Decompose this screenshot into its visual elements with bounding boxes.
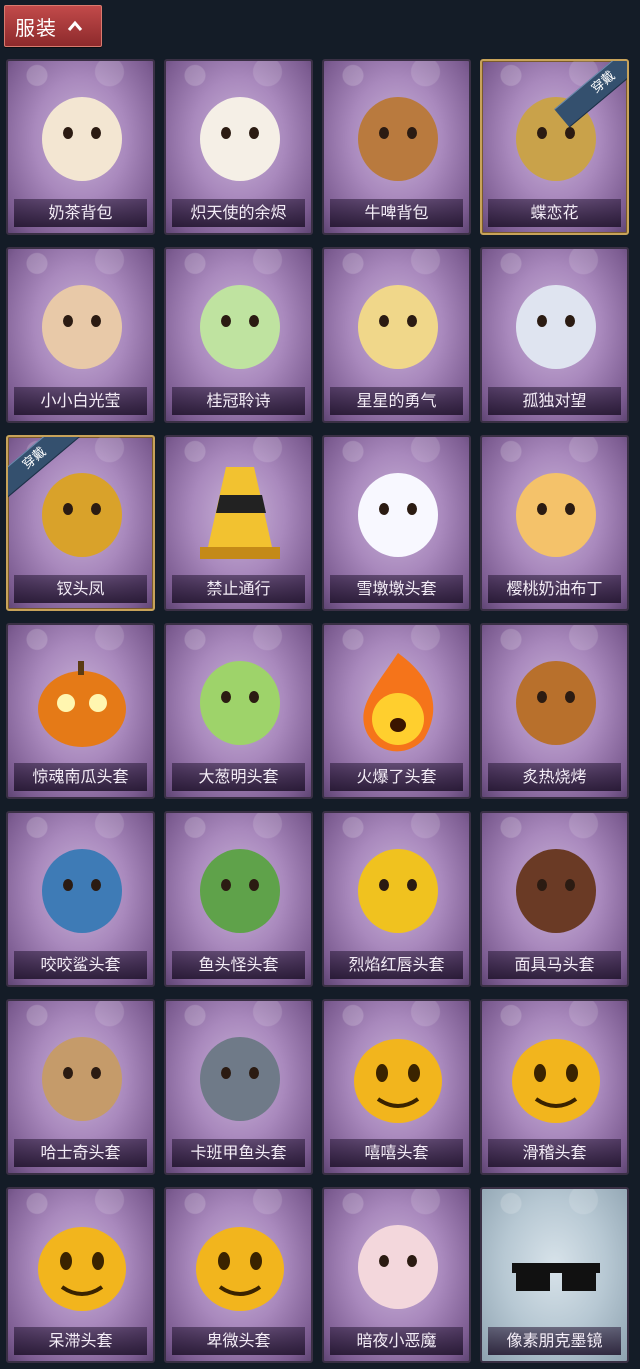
costume-card-label: 炙热烧烤 [488, 763, 621, 791]
traffic-cone-hat-icon [200, 467, 280, 559]
costume-card[interactable]: 炙热烧烤 [480, 623, 629, 799]
costume-card[interactable]: 雪墩墩头套 [322, 435, 471, 611]
costume-card[interactable]: 面具马头套 [480, 811, 629, 987]
pumpkin-head-icon [38, 661, 126, 747]
costume-card-label: 小小白光莹 [14, 387, 147, 415]
costume-card-label: 惊魂南瓜头套 [14, 763, 147, 791]
costume-card[interactable]: 滑稽头套 [480, 999, 629, 1175]
costume-card-label: 嘻嘻头套 [330, 1139, 463, 1167]
costume-card-label: 烈焰红唇头套 [330, 951, 463, 979]
costume-card[interactable]: 禁止通行 [164, 435, 313, 611]
horse-head-icon [516, 849, 596, 933]
milk-tea-backpack-icon [42, 97, 122, 181]
costume-card-label: 蝶恋花 [488, 199, 621, 227]
costume-card-label: 鱼头怪头套 [172, 951, 305, 979]
grin-emoji-head-icon [354, 1039, 442, 1123]
doll-charm-icon [42, 285, 122, 369]
costume-card[interactable]: 大葱明头套 [164, 623, 313, 799]
husky-head-icon [42, 1037, 122, 1121]
costume-card-label: 滑稽头套 [488, 1139, 621, 1167]
humble-emoji-head-icon [196, 1227, 284, 1311]
costume-card-label: 暗夜小恶魔 [330, 1327, 463, 1355]
costume-card-label: 炽天使的余烬 [172, 199, 305, 227]
chevron-up-icon [67, 20, 83, 31]
costume-card[interactable]: 穿戴 蝶恋花 [480, 59, 629, 235]
costume-card[interactable]: 星星的勇气 [322, 247, 471, 423]
costume-card-label: 奶茶背包 [14, 199, 147, 227]
costume-card[interactable]: 孤独对望 [480, 247, 629, 423]
angel-doll-icon [200, 97, 280, 181]
costume-card-label: 像素朋克墨镜 [488, 1327, 621, 1355]
costume-card[interactable]: 牛啤背包 [322, 59, 471, 235]
costume-card[interactable]: 卡班甲鱼头套 [164, 999, 313, 1175]
star-doll-charm-icon [358, 285, 438, 369]
laurel-doll-charm-icon [200, 285, 280, 369]
costume-card-label: 禁止通行 [172, 575, 305, 603]
costume-tab-label: 服装 [15, 15, 57, 40]
costume-card[interactable]: 呆滞头套 [6, 1187, 155, 1363]
cabanfish-head-icon [200, 1037, 280, 1121]
fire-head-icon [363, 653, 434, 752]
costume-card[interactable]: 穿戴 钗头凤 [6, 435, 155, 611]
costume-card[interactable]: 像素朋克墨镜 [480, 1187, 629, 1363]
costume-card-label: 樱桃奶油布丁 [488, 575, 621, 603]
fish-head-icon [200, 849, 280, 933]
costume-card[interactable]: 桂冠聆诗 [164, 247, 313, 423]
pika-head-icon [358, 849, 438, 933]
costume-card[interactable]: 樱桃奶油布丁 [480, 435, 629, 611]
pixel-sunglasses-icon [512, 1263, 600, 1291]
costume-card-label: 面具马头套 [488, 951, 621, 979]
costume-card-label: 孤独对望 [488, 387, 621, 415]
costume-card-label: 呆滞头套 [14, 1327, 147, 1355]
silver-doll-charm-icon [516, 285, 596, 369]
costume-card[interactable]: 暗夜小恶魔 [322, 1187, 471, 1363]
costume-card[interactable]: 奶茶背包 [6, 59, 155, 235]
costume-card[interactable]: 哈士奇头套 [6, 999, 155, 1175]
costume-card-label: 卡班甲鱼头套 [172, 1139, 305, 1167]
costume-card-label: 大葱明头套 [172, 763, 305, 791]
costume-tab[interactable]: 服装 [4, 5, 102, 47]
costume-card-label: 牛啤背包 [330, 199, 463, 227]
costume-card[interactable]: 火爆了头套 [322, 623, 471, 799]
costume-card-label: 火爆了头套 [330, 763, 463, 791]
scallion-head-icon [200, 661, 280, 745]
costume-card[interactable]: 嘻嘻头套 [322, 999, 471, 1175]
costume-card[interactable]: 鱼头怪头套 [164, 811, 313, 987]
costume-card[interactable]: 烈焰红唇头套 [322, 811, 471, 987]
little-devil-head-icon [358, 1225, 438, 1309]
costume-card-label: 卑微头套 [172, 1327, 305, 1355]
costume-card[interactable]: 惊魂南瓜头套 [6, 623, 155, 799]
phoenix-crown-icon [42, 473, 122, 557]
costume-card-label: 桂冠聆诗 [172, 387, 305, 415]
costume-card[interactable]: 炽天使的余烬 [164, 59, 313, 235]
funny-emoji-head-icon [512, 1039, 600, 1123]
costume-card[interactable]: 小小白光莹 [6, 247, 155, 423]
pudding-head-icon [516, 473, 596, 557]
snowman-head-icon [358, 473, 438, 557]
bbq-meat-head-icon [516, 661, 596, 745]
costume-card-label: 星星的勇气 [330, 387, 463, 415]
costume-card[interactable]: 卑微头套 [164, 1187, 313, 1363]
cow-beer-backpack-icon [358, 97, 438, 181]
costume-card-label: 钗头凤 [14, 575, 147, 603]
shark-head-icon [42, 849, 122, 933]
costume-card-label: 雪墩墩头套 [330, 575, 463, 603]
costume-card[interactable]: 咬咬鲨头套 [6, 811, 155, 987]
dazed-emoji-head-icon [38, 1227, 126, 1311]
costume-card-label: 咬咬鲨头套 [14, 951, 147, 979]
costume-card-label: 哈士奇头套 [14, 1139, 147, 1167]
